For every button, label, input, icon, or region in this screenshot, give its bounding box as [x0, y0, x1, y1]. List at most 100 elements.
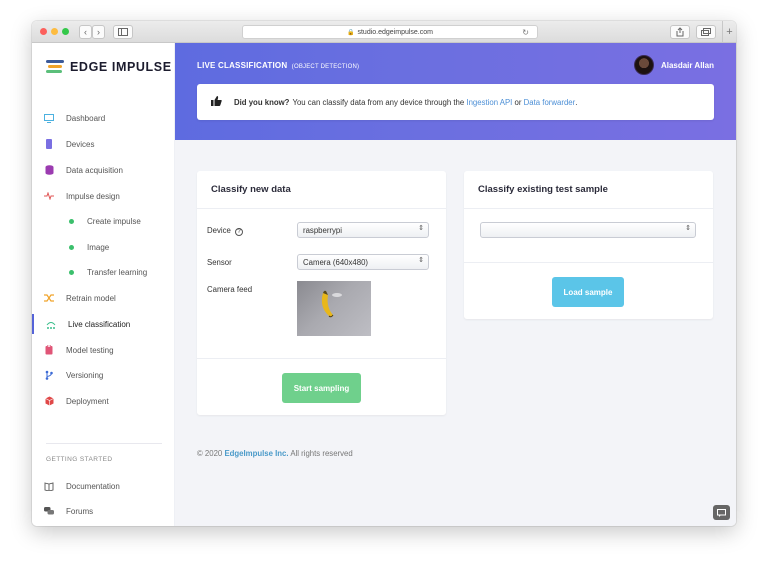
classify-existing-sample-card: Classify existing test sample ⇕ Load sam… — [464, 171, 713, 319]
main-content: LIVE CLASSIFICATION (OBJECT DETECTION) A… — [175, 43, 736, 526]
logo[interactable]: EDGE IMPULSE — [46, 60, 172, 74]
sidebar-item-deployment[interactable]: Deployment — [32, 391, 175, 411]
sidebar-item-devices[interactable]: Devices — [32, 134, 175, 154]
new-tab-button[interactable]: + — [722, 21, 736, 43]
test-sample-select[interactable]: ⇕ — [480, 222, 696, 238]
box-icon — [44, 396, 54, 406]
user-name: Alasdair Allan — [660, 60, 714, 70]
chat-icon — [44, 506, 54, 516]
sidebar-item-live-classification[interactable]: Live classification — [32, 314, 175, 334]
sidebar-item-label: Deployment — [66, 396, 109, 406]
sidebar-item-forums[interactable]: Forums — [32, 501, 175, 521]
sidebar-item-image[interactable]: Image — [32, 237, 175, 257]
device-label-text: Device — [207, 226, 231, 235]
address-bar[interactable]: 🔒 studio.edgeimpulse.com ↻ — [242, 25, 538, 39]
classify-new-data-card: Classify new data Device ? raspberrypi ⇕… — [197, 171, 446, 415]
user-menu[interactable]: Alasdair Allan — [633, 55, 714, 75]
section-label-getting-started: GETTING STARTED — [46, 456, 113, 463]
branch-icon — [44, 370, 54, 380]
sidebar-item-label: Versioning — [66, 370, 104, 380]
sidebar-item-label: Dashboard — [66, 113, 106, 123]
sidebar-item-data-acquisition[interactable]: Data acquisition — [32, 160, 175, 180]
shuffle-icon — [44, 293, 54, 303]
logo-text: EDGE IMPULSE — [70, 60, 172, 74]
dot-icon — [66, 267, 76, 277]
footer-rights: All rights reserved — [290, 449, 353, 458]
device-icon — [44, 139, 54, 149]
reload-icon[interactable]: ↻ — [522, 28, 529, 37]
sidebar-divider — [46, 443, 162, 444]
sidebar: EDGE IMPULSE Dashboard Devices Data acqu… — [32, 43, 175, 526]
sidebar-item-label: Documentation — [66, 481, 120, 491]
live-icon — [46, 319, 56, 329]
tabs-button[interactable] — [696, 25, 716, 39]
sensor-select-value: Camera (640x480) — [303, 257, 369, 267]
device-label: Device ? — [207, 226, 244, 236]
card-title: Classify existing test sample — [478, 184, 608, 195]
avatar — [633, 55, 654, 75]
company-link[interactable]: EdgeImpulse Inc. — [224, 449, 288, 458]
tip-end: . — [575, 97, 578, 107]
sidebar-item-dashboard[interactable]: Dashboard — [32, 108, 175, 128]
share-button[interactable] — [670, 25, 690, 39]
sidebar-item-label: Data acquisition — [66, 165, 123, 175]
sidebar-item-label: Create impulse — [87, 216, 141, 226]
logo-mark-icon — [46, 60, 64, 74]
monitor-icon — [44, 113, 54, 123]
browser-window: ‹ › 🔒 studio.edgeimpulse.com ↻ + EDGE IM… — [32, 21, 736, 526]
card-divider — [464, 262, 713, 263]
message-icon — [717, 508, 726, 517]
sidebar-item-label: Live classification — [68, 319, 131, 329]
sidebar-item-versioning[interactable]: Versioning — [32, 365, 175, 385]
footer: © 2020 EdgeImpulse Inc. All rights reser… — [197, 449, 353, 458]
sidebar-item-transfer-learning[interactable]: Transfer learning — [32, 262, 175, 282]
footer-copyright: © 2020 — [197, 449, 223, 458]
sidebar-item-retrain-model[interactable]: Retrain model — [32, 288, 175, 308]
chevron-left-icon: ‹ — [84, 26, 87, 37]
header-banner: LIVE CLASSIFICATION (OBJECT DETECTION) A… — [175, 43, 736, 140]
back-button[interactable]: ‹ — [79, 25, 92, 39]
card-divider — [197, 208, 446, 209]
ingestion-api-link[interactable]: Ingestion API — [466, 98, 512, 107]
sidebar-toggle-button[interactable] — [113, 25, 133, 39]
select-arrow-icon: ⇕ — [418, 257, 424, 264]
browser-titlebar: ‹ › 🔒 studio.edgeimpulse.com ↻ + — [32, 21, 736, 43]
help-icon[interactable]: ? — [235, 228, 244, 236]
minimize-window-button[interactable] — [51, 28, 58, 35]
sidebar-item-label: Devices — [66, 139, 95, 149]
page-title: LIVE CLASSIFICATION (OBJECT DETECTION) — [197, 61, 359, 70]
sensor-label: Sensor — [207, 258, 232, 267]
sidebar-item-model-testing[interactable]: Model testing — [32, 340, 175, 360]
tip-or: or — [514, 97, 522, 107]
start-sampling-button[interactable]: Start sampling — [282, 373, 361, 403]
sidebar-item-label: Impulse design — [66, 191, 120, 201]
sidebar-item-label: Image — [87, 242, 110, 252]
camera-feed-label: Camera feed — [207, 285, 253, 294]
lock-icon: 🔒 — [347, 29, 355, 36]
load-sample-button[interactable]: Load sample — [552, 277, 624, 307]
did-you-know-tip: Did you know? You can classify data from… — [197, 84, 714, 120]
tabs-icon — [701, 28, 711, 36]
device-select-value: raspberrypi — [303, 225, 342, 235]
close-window-button[interactable] — [40, 28, 47, 35]
sensor-select[interactable]: Camera (640x480) ⇕ — [297, 254, 429, 270]
sidebar-item-label: Model testing — [66, 345, 114, 355]
forward-button[interactable]: › — [92, 25, 105, 39]
dot-icon — [66, 242, 76, 252]
sidebar-icon — [118, 28, 128, 36]
sidebar-item-create-impulse[interactable]: Create impulse — [32, 211, 175, 231]
plus-icon: + — [726, 26, 733, 38]
address-url: studio.edgeimpulse.com — [357, 28, 433, 36]
feedback-button[interactable] — [713, 505, 730, 520]
sidebar-item-label: Retrain model — [66, 293, 116, 303]
device-select[interactable]: raspberrypi ⇕ — [297, 222, 429, 238]
book-icon — [44, 481, 54, 491]
data-forwarder-link[interactable]: Data forwarder — [524, 98, 576, 107]
sidebar-item-label: Forums — [66, 506, 94, 516]
zoom-window-button[interactable] — [62, 28, 69, 35]
card-divider — [464, 208, 713, 209]
sidebar-item-impulse-design[interactable]: Impulse design — [32, 186, 175, 206]
sidebar-item-documentation[interactable]: Documentation — [32, 476, 175, 496]
card-divider — [197, 358, 446, 359]
dot-icon — [66, 216, 76, 226]
